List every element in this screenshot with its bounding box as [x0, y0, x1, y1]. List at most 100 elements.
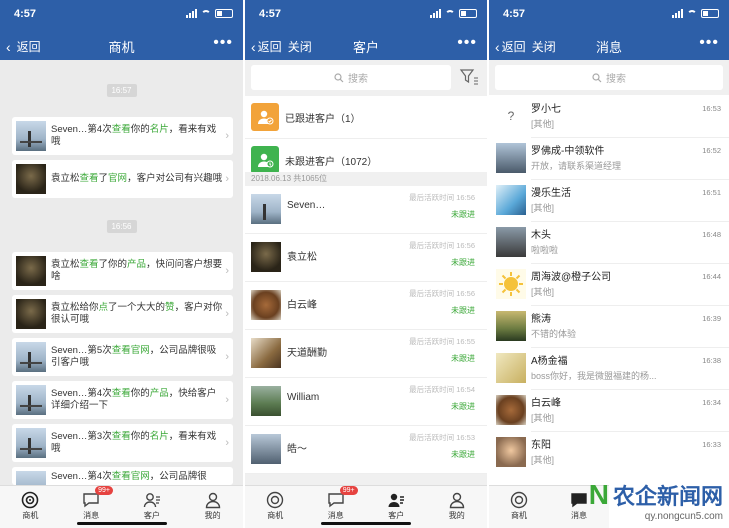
message-row[interactable]: 熊涛 不错的体验 16:39: [489, 306, 729, 348]
status-indicators: [672, 9, 719, 18]
avatar: [16, 342, 46, 372]
message-row[interactable]: 罗佛成-中领软件 开放，请联系渠道经理 16:52: [489, 138, 729, 180]
page-title: 消息: [595, 40, 622, 55]
message-time: 16:48: [702, 230, 721, 239]
opportunity-card[interactable]: Seven…第4次查看官网，公司品牌很: [12, 467, 233, 485]
avatar: [16, 121, 46, 151]
customer-name: 皓～: [287, 444, 307, 455]
search-icon: [592, 72, 602, 82]
avatar: [496, 227, 526, 257]
home-indicator: [321, 522, 411, 525]
follow-status: 未跟进: [451, 450, 475, 459]
follow-status: 未跟进: [451, 354, 475, 363]
tab-me[interactable]: 我的: [427, 486, 488, 528]
message-row[interactable]: 木头 啦啦啦 16:48: [489, 222, 729, 264]
message-row[interactable]: 周海波@橙子公司 [其他] 16:44: [489, 264, 729, 306]
status-indicators: [186, 9, 233, 18]
customer-row[interactable]: Seven… 最后活跃时间 16:56 未跟进: [245, 186, 487, 234]
customer-name: 天道酬勤: [287, 348, 327, 359]
opportunity-card[interactable]: 袁立松查看了你的产品，快问问客户想要啥 ›: [12, 252, 233, 290]
last-active: 最后活跃时间 16:56: [409, 193, 475, 202]
message-row[interactable]: A杨金福 boss你好，我是微盟福建的杨... 16:38: [489, 348, 729, 390]
message-time: 16:51: [702, 188, 721, 197]
nav-bar: ‹ 返回 关闭 客户 •••: [245, 30, 487, 60]
message-time: 16:44: [702, 272, 721, 281]
nav-bar: ‹ 返回 商机 •••: [0, 30, 243, 60]
last-active: 最后活跃时间 16:55: [409, 337, 475, 346]
time-stamp: 16:57: [106, 84, 137, 97]
status-bar: 4:57: [0, 0, 243, 30]
message-time: 16:39: [702, 314, 721, 323]
opportunity-card[interactable]: Seven…第3次查看你的名片，看来有戏哦 ›: [12, 424, 233, 462]
opportunity-card[interactable]: Seven…第4次查看你的产品，快给客户详细介绍一下 ›: [12, 381, 233, 419]
contact-name: 东阳: [531, 440, 551, 451]
message-row[interactable]: 东阳 [其他] 16:33: [489, 432, 729, 474]
message-preview: [其他]: [531, 119, 555, 129]
avatar: [496, 269, 526, 299]
avatar: [16, 385, 46, 415]
customer-row[interactable]: 皓～ 最后活跃时间 16:53 未跟进: [245, 426, 487, 474]
avatar: [496, 185, 526, 215]
customers-icon: [142, 490, 162, 510]
message-row[interactable]: 漫乐生活 [其他] 16:51: [489, 180, 729, 222]
group-label: 未跟进客户（1072）: [285, 156, 378, 168]
contact-name: 熊涛: [531, 314, 551, 325]
opportunity-card[interactable]: Seven…第4次查看你的名片，看来有戏哦 ›: [12, 117, 233, 155]
message-row[interactable]: 白云峰 [其他] 16:34: [489, 390, 729, 432]
filter-icon[interactable]: [459, 68, 479, 86]
last-active: 最后活跃时间 16:56: [409, 241, 475, 250]
avatar: [251, 194, 281, 224]
unfollowed-group-icon: [251, 146, 279, 174]
tab-opportunities[interactable]: 商机: [0, 486, 61, 528]
avatar: [251, 434, 281, 464]
battery-icon: [459, 9, 477, 18]
customer-row[interactable]: 白云峰 最后活跃时间 16:56 未跟进: [245, 282, 487, 330]
chevron-right-icon: ›: [225, 394, 229, 406]
last-active: 最后活跃时间 16:54: [409, 385, 475, 394]
card-text: Seven…第4次查看官网，公司品牌很: [51, 471, 207, 482]
message-preview: 开放，请联系渠道经理: [531, 161, 622, 171]
wifi-icon: [687, 9, 697, 18]
chat-icon: [569, 490, 589, 510]
card-text: 袁立松查看了官网，客户对公司有兴趣哦: [51, 173, 223, 184]
more-icon[interactable]: •••: [699, 34, 719, 52]
watermark-text: 农企新闻网: [612, 484, 723, 509]
person-icon: [447, 490, 467, 510]
search-input[interactable]: 搜索: [495, 65, 723, 90]
opportunity-card[interactable]: 袁立松给你点了一个大大的赞，客户对你很认可哦 ›: [12, 295, 233, 333]
opportunity-card[interactable]: Seven…第5次查看官网，公司品牌很吸引客户哦 ›: [12, 338, 233, 376]
signal-icon: [430, 9, 441, 18]
more-icon[interactable]: •••: [457, 34, 477, 52]
customers-icon: [386, 490, 406, 510]
more-icon[interactable]: •••: [213, 34, 233, 52]
opportunity-card[interactable]: 袁立松查看了官网，客户对公司有兴趣哦 ›: [12, 160, 233, 198]
nav-bar: ‹ 返回 关闭 消息 •••: [489, 30, 729, 60]
group-label: 已跟进客户（1）: [285, 113, 361, 125]
tab-opportunities[interactable]: 商机: [245, 486, 306, 528]
card-text: Seven…第5次查看官网，公司品牌很吸引客户哦: [51, 345, 217, 368]
customer-row[interactable]: William 最后活跃时间 16:54 未跟进: [245, 378, 487, 426]
tab-opportunities[interactable]: 商机: [489, 486, 549, 528]
wifi-icon: [445, 9, 455, 18]
tab-me[interactable]: 我的: [182, 486, 243, 528]
unread-badge: 99+: [95, 486, 113, 495]
contact-name: 木头: [531, 230, 551, 241]
search-input[interactable]: 搜索: [251, 65, 451, 90]
wifi-icon: [201, 9, 211, 18]
message-row[interactable]: ? 罗小七 [其他] 16:53: [489, 96, 729, 138]
avatar: [251, 386, 281, 416]
follow-status: 未跟进: [451, 402, 475, 411]
status-time: 4:57: [259, 8, 282, 20]
avatar: [496, 311, 526, 341]
contact-name: 周海波@橙子公司: [531, 272, 612, 283]
customer-row[interactable]: 袁立松 最后活跃时间 16:56 未跟进: [245, 234, 487, 282]
customer-name: Seven…: [287, 200, 326, 211]
chevron-right-icon: ›: [225, 351, 229, 363]
avatar: [496, 353, 526, 383]
avatar: [16, 428, 46, 458]
customer-row[interactable]: 天道酬勤 最后活跃时间 16:55 未跟进: [245, 330, 487, 378]
watermark-logo: N: [588, 479, 609, 510]
avatar: [251, 290, 281, 320]
group-followed[interactable]: 已跟进客户（1）: [245, 96, 487, 139]
card-text: Seven…第3次查看你的名片，看来有戏哦: [51, 431, 217, 454]
